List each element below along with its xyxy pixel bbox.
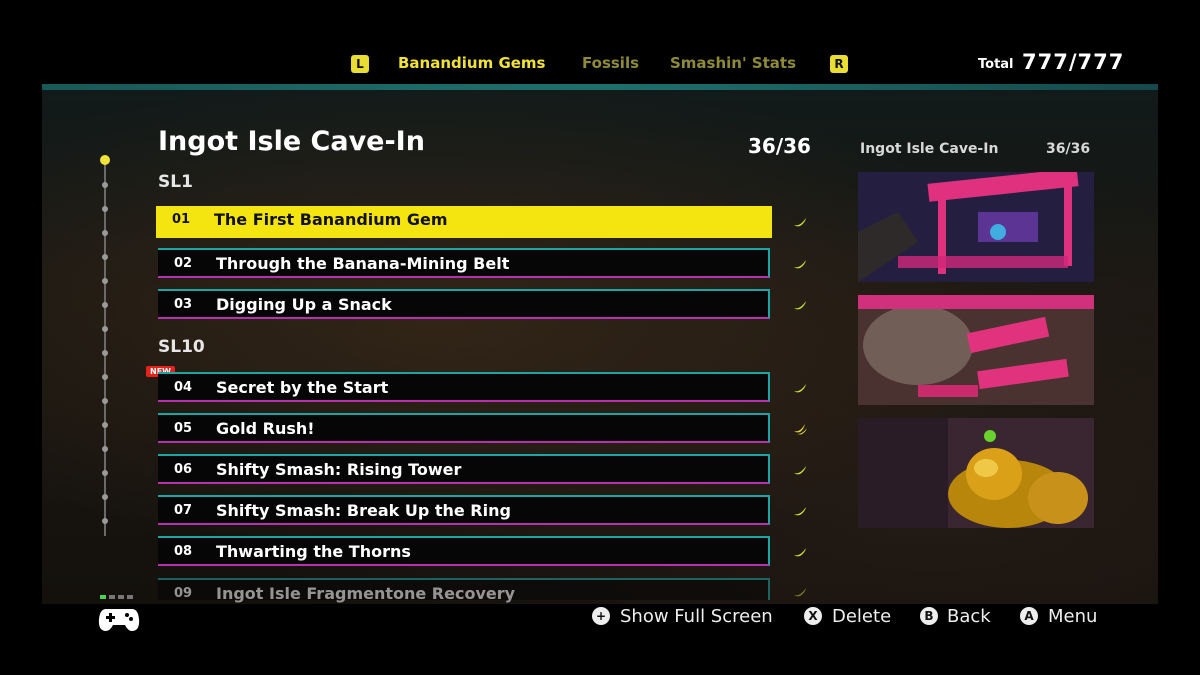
banana-icon [794, 548, 806, 557]
timeline-dot [102, 254, 108, 260]
tab-banandium-gems[interactable]: Banandium Gems [398, 54, 546, 72]
list-item-05[interactable]: 05 Gold Rush! [158, 413, 770, 443]
item-name: Through the Banana-Mining Belt [216, 254, 510, 273]
timeline-dot [102, 470, 108, 476]
timeline-dot [102, 350, 108, 356]
timeline-dot [102, 326, 108, 332]
r-button-icon[interactable]: R [830, 55, 848, 73]
list-item-03[interactable]: 03 Digging Up a Snack [158, 289, 770, 319]
timeline-dot [102, 494, 108, 500]
total-value: 777/777 [1022, 50, 1125, 74]
item-number: 02 [174, 256, 193, 271]
item-name: Gold Rush! [216, 419, 315, 438]
item-name: Digging Up a Snack [216, 295, 392, 314]
tab-fossils[interactable]: Fossils [582, 54, 639, 72]
timeline-dot [102, 398, 108, 404]
item-number: 03 [174, 297, 193, 312]
list-item-09[interactable]: 09 Ingot Isle Fragmentone Recovery [158, 578, 770, 603]
section-sl10: SL10 [158, 337, 205, 357]
banana-icon [794, 466, 806, 475]
banana-bunch-icon [794, 424, 807, 435]
total-label: Total [978, 57, 1014, 72]
l-button-icon[interactable]: L [351, 55, 369, 73]
timeline-dot [102, 182, 108, 188]
controller-icon [98, 609, 140, 631]
panel-edge [42, 84, 1158, 90]
section-sl1: SL1 [158, 172, 193, 192]
timeline-dot [102, 302, 108, 308]
plus-button-icon[interactable]: + [592, 607, 610, 625]
tab-smashin-stats[interactable]: Smashin' Stats [670, 54, 796, 72]
banana-icon [794, 384, 806, 393]
item-name: The First Banandium Gem [214, 210, 448, 229]
timeline-line [104, 160, 106, 536]
a-button-icon[interactable]: A [1020, 607, 1038, 625]
item-number: 06 [174, 462, 193, 477]
item-name: Thwarting the Thorns [216, 542, 411, 561]
preview-image-3 [858, 418, 1094, 528]
preview-title: Ingot Isle Cave-In [860, 141, 999, 157]
page-dot [109, 595, 115, 599]
item-number: 09 [174, 586, 193, 601]
list-item-08[interactable]: 08 Thwarting the Thorns [158, 536, 770, 566]
timeline-dot [102, 518, 108, 524]
timeline-dot [102, 206, 108, 212]
preview-image-1 [858, 172, 1094, 282]
top-bar: L Banandium Gems Fossils Smashin' Stats … [0, 46, 1200, 82]
hint-show-full-screen[interactable]: Show Full Screen [620, 606, 773, 627]
item-name: Shifty Smash: Break Up the Ring [216, 501, 511, 520]
area-title: Ingot Isle Cave-In [158, 126, 425, 157]
preview-count: 36/36 [1046, 141, 1091, 157]
item-name: Ingot Isle Fragmentone Recovery [216, 584, 516, 603]
timeline-dot [102, 374, 108, 380]
page-dot [127, 595, 133, 599]
x-button-icon[interactable]: X [804, 607, 822, 625]
banana-icon [794, 507, 806, 516]
banana-icon [794, 260, 806, 269]
item-name: Secret by the Start [216, 378, 389, 397]
list-item-01[interactable]: 01 The First Banandium Gem [156, 206, 772, 238]
timeline-dot-current [100, 155, 110, 165]
item-number: 05 [174, 421, 193, 436]
list-item-07[interactable]: 07 Shifty Smash: Break Up the Ring [158, 495, 770, 525]
timeline-dot [102, 278, 108, 284]
item-number: 04 [174, 380, 193, 395]
preview-image-2 [858, 295, 1094, 405]
item-number: 07 [174, 503, 193, 518]
banana-icon [794, 301, 806, 310]
b-button-icon[interactable]: B [920, 607, 938, 625]
page-dot [118, 595, 124, 599]
timeline-dot [102, 230, 108, 236]
hint-back[interactable]: Back [947, 606, 991, 627]
banana-icon [794, 588, 806, 597]
hint-menu[interactable]: Menu [1048, 606, 1097, 627]
hint-delete[interactable]: Delete [832, 606, 891, 627]
list-item-04[interactable]: 04 Secret by the Start [158, 372, 770, 402]
list-item-06[interactable]: 06 Shifty Smash: Rising Tower [158, 454, 770, 484]
item-number: 08 [174, 544, 193, 559]
timeline-dot [102, 446, 108, 452]
page-dot-active [100, 595, 106, 599]
area-count: 36/36 [748, 134, 811, 158]
item-name: Shifty Smash: Rising Tower [216, 460, 462, 479]
timeline-dot [102, 422, 108, 428]
banana-icon [794, 218, 806, 227]
list-item-02[interactable]: 02 Through the Banana-Mining Belt [158, 248, 770, 278]
item-number: 01 [172, 212, 191, 227]
page-indicator [100, 595, 140, 599]
